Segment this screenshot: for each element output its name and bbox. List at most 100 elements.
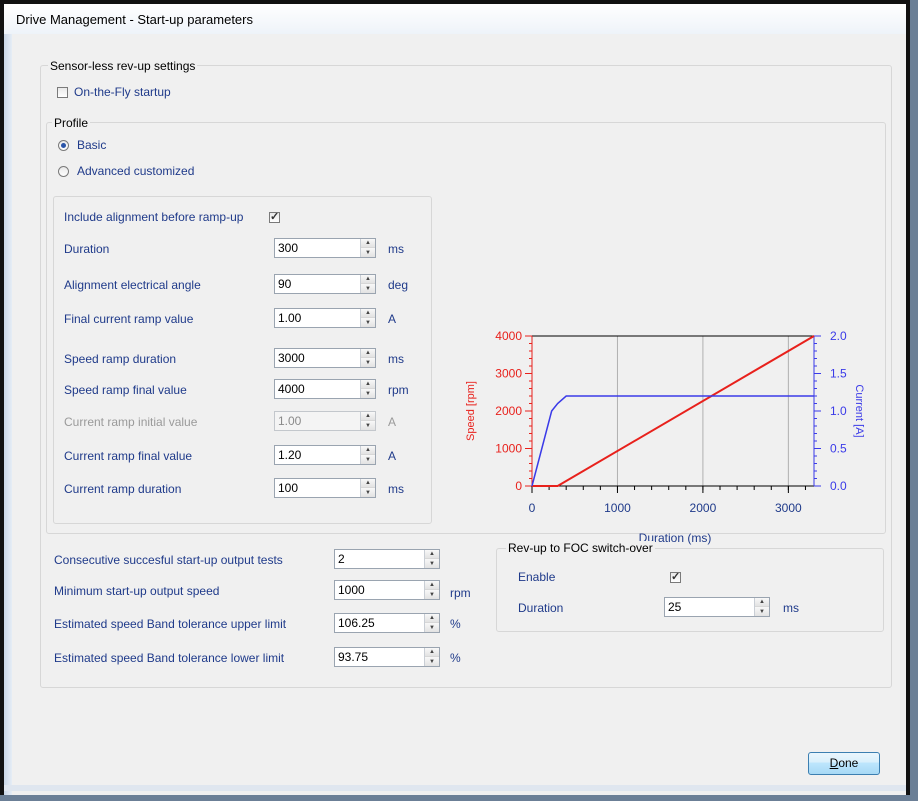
startup-profile-chart: 0 1000 2000 3000 4000 0.0 0.5 1.0 1.5 2.0 0 1000 2… [465, 329, 865, 545]
spin-up-icon[interactable]: ▲ [361, 239, 375, 248]
current-ramp-final-spin-buttons[interactable]: ▲ ▼ [360, 446, 375, 464]
duration-tick-label: 2000 [690, 501, 717, 515]
done-button[interactable]: Done [808, 752, 880, 775]
min-speed-input[interactable] [335, 581, 424, 599]
foc-duration-spinbox[interactable]: ▲▼ [664, 597, 770, 617]
lower-limit-unit: % [450, 651, 461, 665]
foc-switchover-group [496, 548, 884, 632]
spin-down-icon[interactable]: ▼ [361, 284, 375, 293]
current-tick-label: 1.0 [830, 404, 847, 418]
foc-duration-unit: ms [783, 601, 799, 615]
current-ramp-duration-spin-buttons[interactable]: ▲ ▼ [360, 479, 375, 497]
foc-duration-input[interactable] [665, 598, 754, 616]
final-current-spin-buttons[interactable]: ▲ ▼ [360, 309, 375, 327]
speed-ramp-final-label: Speed ramp final value [64, 383, 187, 397]
spin-down-icon[interactable]: ▼ [361, 318, 375, 327]
speed-axis: 0 1000 2000 3000 4000 [495, 329, 533, 493]
current-axis: 0.0 0.5 1.0 1.5 2.0 [813, 329, 847, 493]
spin-up-icon[interactable]: ▲ [361, 349, 375, 358]
speed-ramp-final-unit: rpm [388, 383, 409, 397]
spin-up-icon[interactable]: ▲ [755, 598, 769, 607]
left-window-frame [4, 34, 12, 795]
align-angle-label: Alignment electrical angle [64, 278, 201, 292]
lower-limit-label: Estimated speed Band tolerance lower lim… [54, 651, 285, 665]
spin-down-icon[interactable]: ▼ [361, 389, 375, 398]
spin-down-icon[interactable]: ▼ [361, 455, 375, 464]
upper-limit-spinbox[interactable]: ▲▼ [334, 613, 440, 633]
upper-limit-spin-buttons[interactable]: ▲ ▼ [424, 614, 439, 632]
current-ramp-final-unit: A [388, 449, 397, 463]
speed-ramp-duration-spin-buttons[interactable]: ▲ ▼ [360, 349, 375, 367]
current-ramp-final-spinbox[interactable]: ▲▼ [274, 445, 376, 465]
spin-up-icon[interactable]: ▲ [425, 550, 439, 559]
align-angle-unit: deg [388, 278, 409, 292]
duration-tick-label: 0 [529, 501, 536, 515]
min-speed-spin-buttons[interactable]: ▲ ▼ [424, 581, 439, 599]
current-ramp-duration-spinbox[interactable]: ▲▼ [274, 478, 376, 498]
spin-up-icon[interactable]: ▲ [361, 479, 375, 488]
consecutive-tests-spinbox[interactable]: ▲▼ [334, 549, 440, 569]
spin-up-icon[interactable]: ▲ [361, 309, 375, 318]
spin-down-icon[interactable]: ▼ [425, 559, 439, 568]
include-alignment-checkbox[interactable] [269, 210, 280, 223]
current-ramp-duration-input[interactable] [275, 479, 360, 497]
spin-down-icon[interactable]: ▼ [425, 623, 439, 632]
lower-limit-spinbox[interactable]: ▲▼ [334, 647, 440, 667]
spin-down-icon[interactable]: ▼ [361, 358, 375, 367]
spin-up-icon[interactable]: ▲ [361, 275, 375, 284]
spin-down-icon[interactable]: ▼ [361, 248, 375, 257]
foc-switchover-group-label: Rev-up to FOC switch-over [506, 541, 655, 555]
foc-duration-spin-buttons[interactable]: ▲ ▼ [754, 598, 769, 616]
chart-grid [616, 336, 789, 486]
spin-up-icon[interactable]: ▲ [361, 446, 375, 455]
foc-enable-checkbox[interactable] [670, 570, 681, 583]
spin-down-icon[interactable]: ▼ [425, 657, 439, 666]
lower-limit-spin-buttons[interactable]: ▲ ▼ [424, 648, 439, 666]
basic-radio[interactable] [58, 140, 69, 151]
lower-limit-input[interactable] [335, 648, 424, 666]
foc-duration-label: Duration [518, 601, 564, 615]
on-the-fly-label[interactable]: On-the-Fly startup [74, 85, 171, 99]
spin-up-icon[interactable]: ▲ [361, 380, 375, 389]
speed-ramp-duration-input[interactable] [275, 349, 360, 367]
spin-down-icon[interactable]: ▼ [425, 590, 439, 599]
done-button-label: one [838, 756, 859, 770]
dialog-window: Drive Management - Start-up parameters S… [0, 0, 910, 795]
speed-ramp-duration-spinbox[interactable]: ▲▼ [274, 348, 376, 368]
speed-ramp-final-spinbox[interactable]: ▲▼ [274, 379, 376, 399]
min-speed-spinbox[interactable]: ▲▼ [334, 580, 440, 600]
spin-up-icon[interactable]: ▲ [425, 614, 439, 623]
current-tick-label: 1.5 [830, 367, 847, 381]
done-button-mnemonic: D [829, 756, 839, 770]
min-speed-label: Minimum start-up output speed [54, 584, 220, 598]
advanced-radio[interactable] [58, 166, 69, 177]
final-current-input[interactable] [275, 309, 360, 327]
duration-tick-label: 1000 [604, 501, 631, 515]
final-current-spinbox[interactable]: ▲▼ [274, 308, 376, 328]
current-ramp-final-input[interactable] [275, 446, 360, 464]
duration-spin-buttons[interactable]: ▲ ▼ [360, 239, 375, 257]
chart-plot-frame [531, 335, 815, 487]
spin-up-icon[interactable]: ▲ [425, 581, 439, 590]
on-the-fly-checkbox[interactable] [57, 87, 68, 98]
dialog-content: Sensor-less rev-up settings On-the-Fly s… [12, 34, 906, 795]
current-axis-label: Current [A] [853, 384, 865, 437]
title-bar[interactable]: Drive Management - Start-up parameters [4, 4, 906, 35]
duration-input[interactable] [275, 239, 360, 257]
basic-label[interactable]: Basic [77, 138, 106, 152]
speed-ramp-final-spin-buttons[interactable]: ▲ ▼ [360, 380, 375, 398]
advanced-label[interactable]: Advanced customized [77, 164, 194, 178]
align-angle-input[interactable] [275, 275, 360, 293]
align-angle-spin-buttons[interactable]: ▲ ▼ [360, 275, 375, 293]
speed-ramp-final-input[interactable] [275, 380, 360, 398]
align-angle-spinbox[interactable]: ▲▼ [274, 274, 376, 294]
consecutive-tests-label: Consecutive succesful start-up output te… [54, 553, 283, 567]
spin-up-icon[interactable]: ▲ [425, 648, 439, 657]
duration-spinbox[interactable]: ▲▼ [274, 238, 376, 258]
spin-down-icon[interactable]: ▼ [755, 607, 769, 616]
duration-label: Duration [64, 242, 110, 256]
consecutive-tests-input[interactable] [335, 550, 424, 568]
upper-limit-input[interactable] [335, 614, 424, 632]
spin-down-icon[interactable]: ▼ [361, 488, 375, 497]
consecutive-tests-spin-buttons[interactable]: ▲ ▼ [424, 550, 439, 568]
